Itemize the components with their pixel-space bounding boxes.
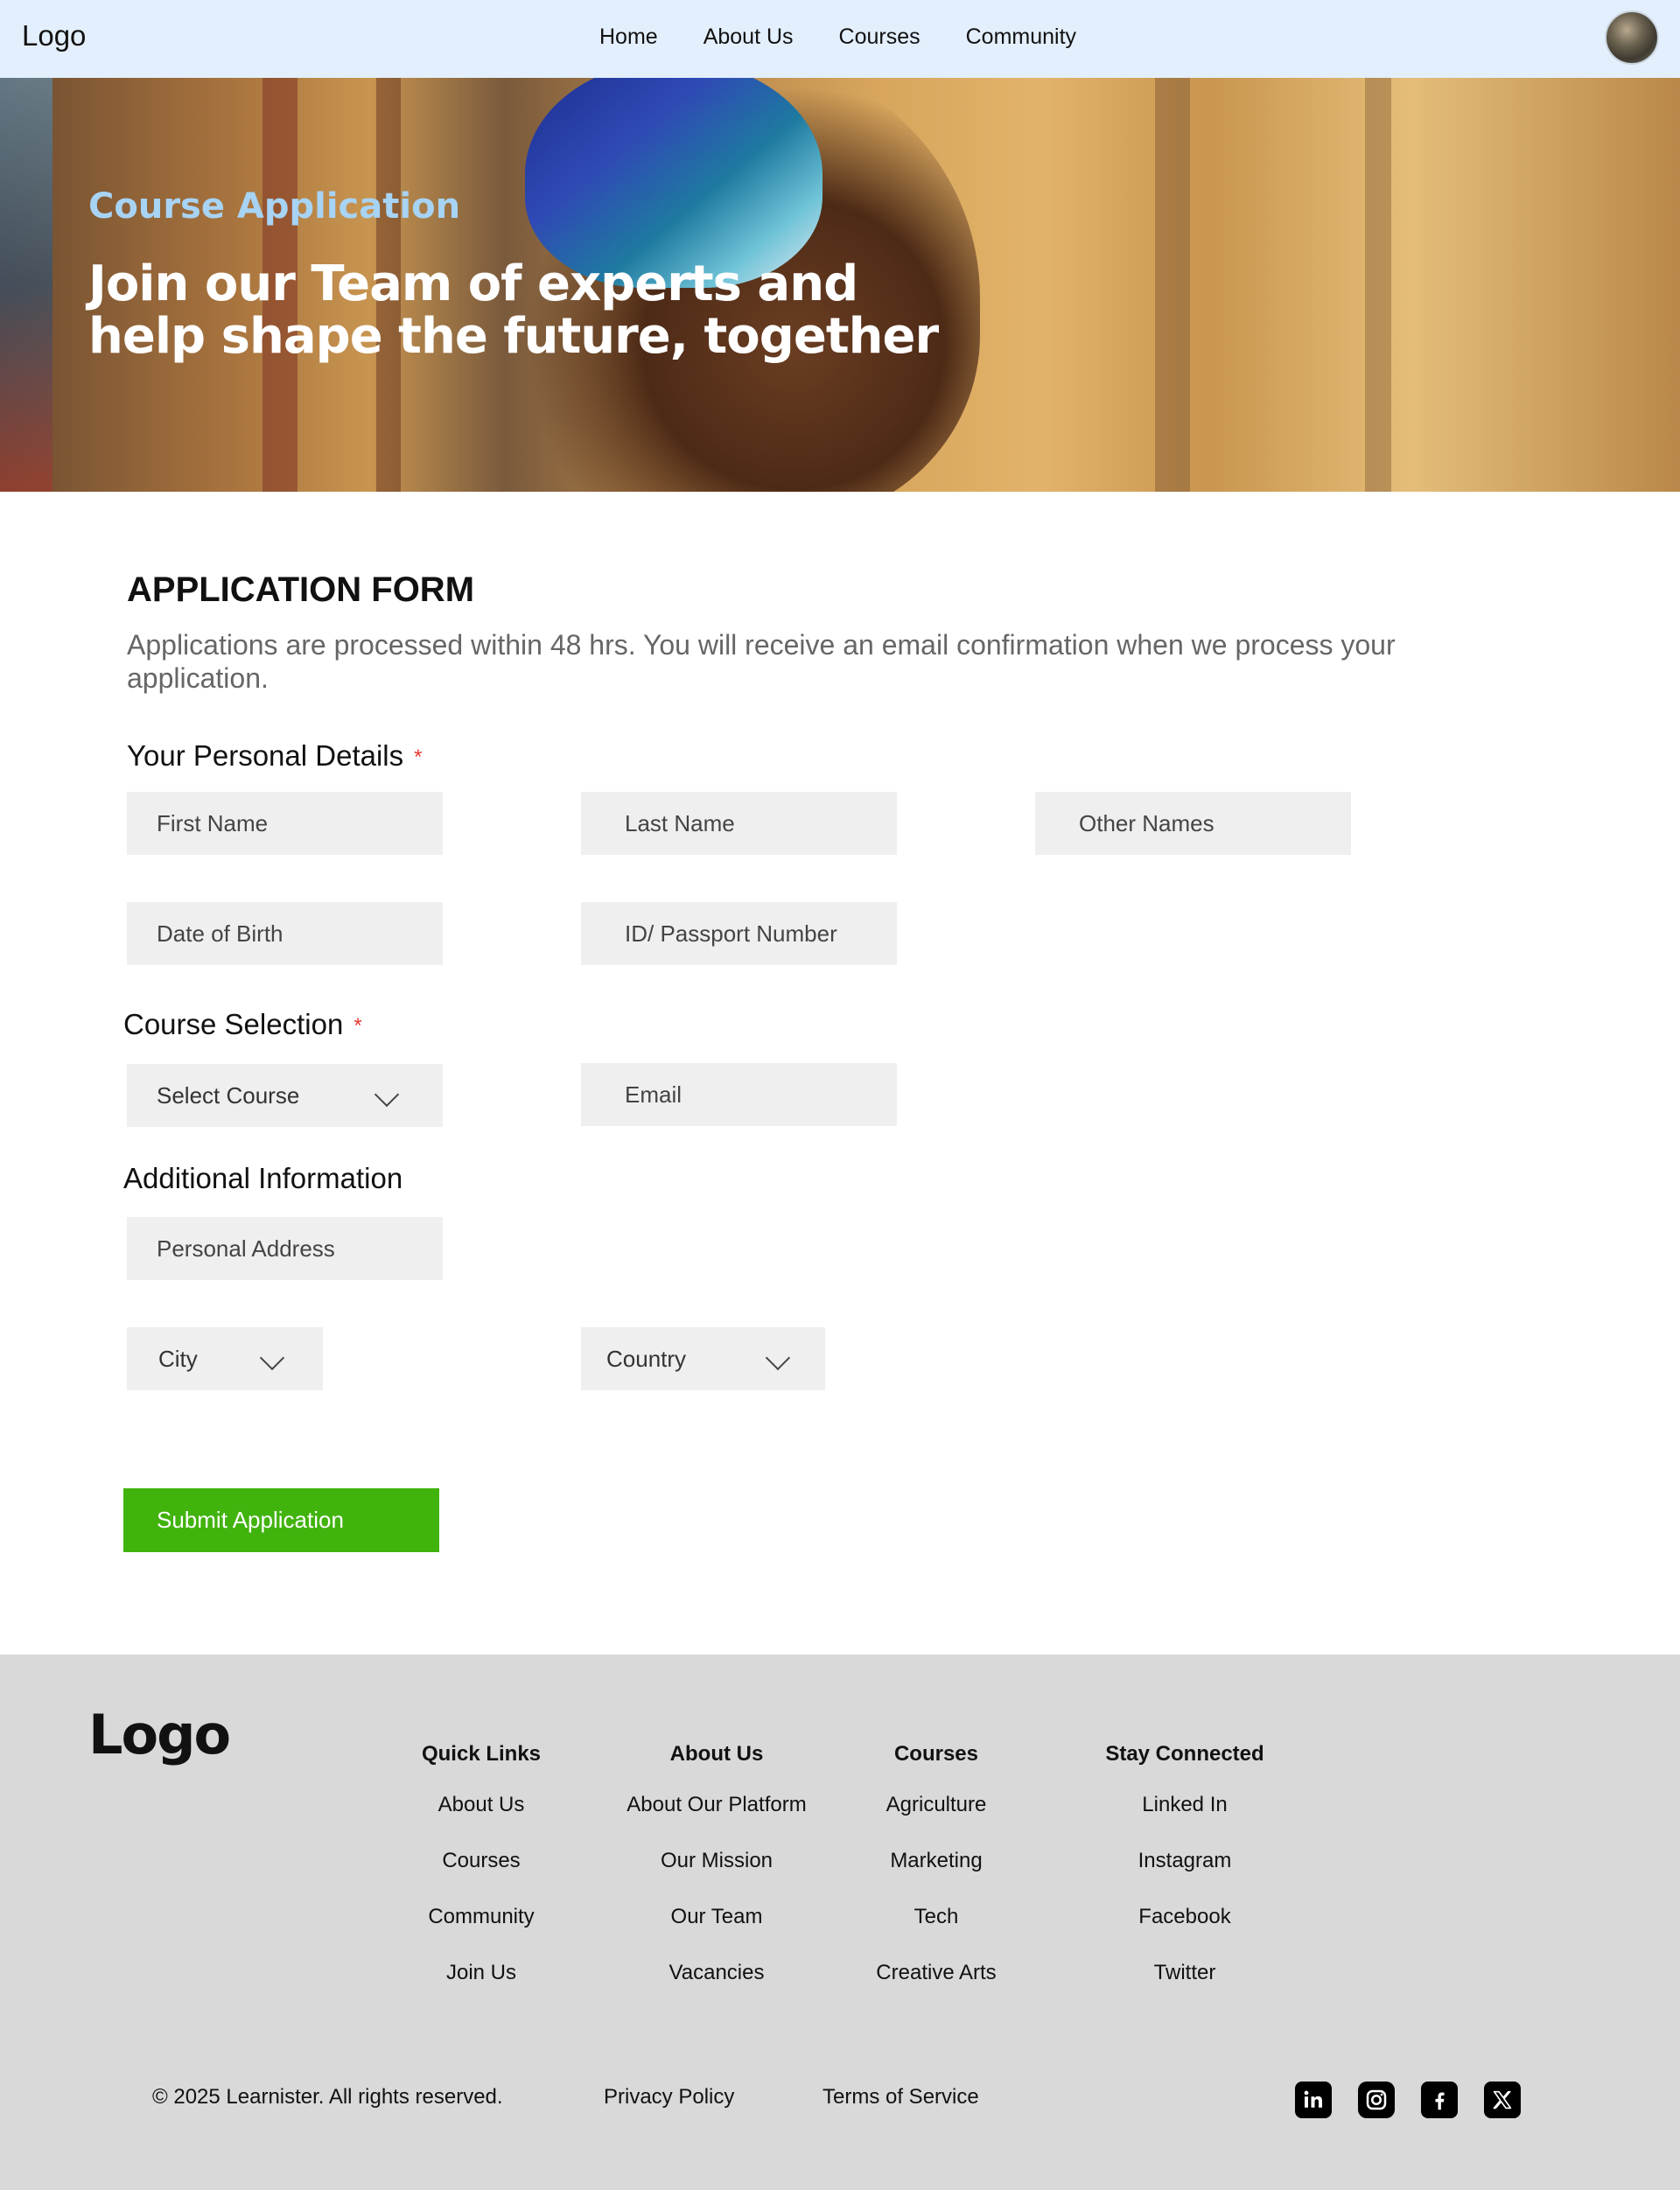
course-selection-label-text: Course Selection — [123, 1008, 344, 1040]
footer-link[interactable]: Community — [394, 1905, 569, 1929]
footer-link[interactable]: Creative Arts — [849, 1961, 1024, 1985]
footer-link[interactable]: Agriculture — [849, 1793, 1024, 1817]
footer-link[interactable]: Marketing — [849, 1849, 1024, 1873]
first-name-input[interactable] — [157, 809, 443, 837]
footer-col-about: About Us About Our Platform Our Mission … — [612, 1742, 822, 2017]
footer-col-title: Stay Connected — [1105, 1742, 1264, 1766]
nav-links: Home About Us Courses Community — [599, 24, 1122, 50]
nav-link-home[interactable]: Home — [599, 24, 658, 50]
city-value: City — [158, 1345, 198, 1372]
hero-title: Join our Team of experts and help shape … — [88, 255, 939, 365]
copyright-text: © 2025 Learnister. All rights reserved. — [152, 2085, 503, 2109]
address-input[interactable] — [157, 1235, 443, 1263]
footer-link[interactable]: Join Us — [394, 1961, 569, 1985]
nav-logo[interactable]: Logo — [22, 19, 86, 52]
footer-col-stay-connected: Stay Connected Linked In Instagram Faceb… — [1088, 1742, 1281, 2017]
first-name-field[interactable] — [127, 792, 443, 855]
facebook-icon[interactable] — [1421, 2082, 1458, 2118]
id-passport-field[interactable] — [581, 902, 897, 965]
last-name-input[interactable] — [625, 809, 897, 837]
footer-link[interactable]: Vacancies — [612, 1961, 822, 1985]
footer-link[interactable]: Our Mission — [612, 1849, 822, 1873]
terms-of-service-link-text[interactable]: Terms of Service — [822, 2085, 979, 2109]
footer-link[interactable]: Facebook — [1088, 1905, 1281, 1929]
chevron-down-icon — [262, 1347, 284, 1370]
footer-col-title: Courses — [893, 1742, 979, 1766]
privacy-policy-link[interactable]: Privacy Policy — [604, 2085, 734, 2110]
form-description: Applications are processed within 48 hrs… — [127, 629, 1396, 694]
form-title: APPLICATION FORM — [127, 570, 475, 609]
top-navbar: Logo Home About Us Courses Community — [0, 0, 1680, 78]
other-names-field[interactable] — [1035, 792, 1351, 855]
footer-col-quick-links: Quick Links About Us Courses Community J… — [394, 1742, 569, 2017]
footer-link[interactable]: About Our Platform — [612, 1793, 822, 1817]
footer-link[interactable]: Linked In — [1088, 1793, 1281, 1817]
footer-logo[interactable]: Logo — [88, 1703, 231, 1767]
personal-details-label: Your Personal Details * — [127, 739, 422, 773]
city-dropdown[interactable]: City — [127, 1327, 323, 1390]
address-field[interactable] — [127, 1217, 443, 1280]
hero-subtitle: Course Application — [88, 186, 461, 227]
footer-link[interactable]: Twitter — [1088, 1961, 1281, 1985]
nav-link-about[interactable]: About Us — [704, 24, 794, 50]
email-input[interactable] — [625, 1081, 897, 1109]
country-value: Country — [606, 1345, 687, 1372]
chevron-down-icon — [767, 1347, 790, 1370]
chevron-down-icon — [376, 1084, 399, 1107]
required-asterisk: * — [354, 1014, 362, 1039]
select-course-dropdown[interactable]: Select Course — [127, 1064, 443, 1127]
footer-link[interactable]: Tech — [849, 1905, 1024, 1929]
nav-link-courses[interactable]: Courses — [839, 24, 920, 50]
nav-link-community[interactable]: Community — [966, 24, 1076, 50]
privacy-policy-link-text[interactable]: Privacy Policy — [604, 2085, 734, 2109]
x-icon[interactable] — [1484, 2082, 1521, 2118]
footer-link[interactable]: Our Team — [612, 1905, 822, 1929]
email-field[interactable] — [581, 1063, 897, 1126]
additional-info-label: Additional Information — [123, 1162, 403, 1194]
dob-field[interactable] — [127, 902, 443, 965]
terms-of-service-link[interactable]: Terms of Service — [822, 2085, 979, 2110]
user-avatar[interactable] — [1605, 10, 1659, 65]
country-dropdown[interactable]: Country — [581, 1327, 825, 1390]
footer-link[interactable]: Courses — [394, 1849, 569, 1873]
footer-link[interactable]: About Us — [394, 1793, 569, 1817]
hero-banner: Course Application Join our Team of expe… — [0, 78, 1680, 492]
id-passport-input[interactable] — [625, 920, 897, 948]
dob-input[interactable] — [157, 920, 443, 948]
footer-link[interactable]: Instagram — [1088, 1849, 1281, 1873]
personal-details-label-text: Your Personal Details — [127, 739, 404, 772]
course-selection-label: Course Selection * — [123, 1008, 362, 1041]
other-names-input[interactable] — [1079, 809, 1351, 837]
footer-col-title: About Us — [669, 1742, 764, 1766]
footer-col-title: Quick Links — [421, 1742, 542, 1766]
select-course-value: Select Course — [157, 1081, 300, 1109]
submit-application-button[interactable]: Submit Application — [123, 1488, 439, 1552]
required-asterisk: * — [414, 745, 423, 770]
last-name-field[interactable] — [581, 792, 897, 855]
footer-col-courses: Courses Agriculture Marketing Tech Creat… — [849, 1742, 1024, 2017]
instagram-icon[interactable] — [1358, 2082, 1395, 2118]
linkedin-icon[interactable] — [1295, 2082, 1332, 2118]
